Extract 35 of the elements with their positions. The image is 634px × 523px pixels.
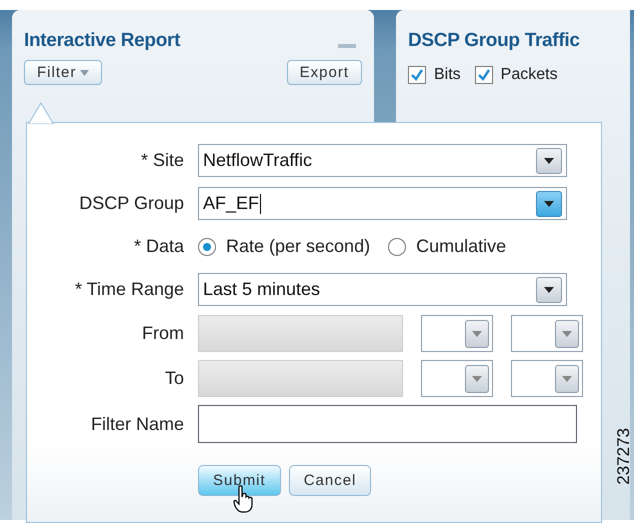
form-button[interactable]: Submit [198, 465, 281, 496]
form-button[interactable]: Cancel [288, 465, 372, 496]
filter-name-field[interactable] [198, 405, 577, 443]
field-label: Filter Name [90, 414, 185, 434]
field-value: NetflowTraffic [203, 150, 312, 171]
field-label: * Time Range [74, 279, 185, 300]
hour-dropdown[interactable] [421, 315, 493, 352]
field-label: DSCP Group [78, 193, 185, 214]
field-label: * Data [132, 236, 185, 257]
filter-button[interactable]: Filter [24, 60, 102, 85]
export-button[interactable]: Export [286, 60, 362, 85]
radio-label: Rate (per second) [226, 236, 370, 257]
checkbox[interactable] [408, 66, 426, 84]
minute-dropdown[interactable] [511, 360, 583, 397]
field-label: * Site [140, 150, 185, 171]
dropdown-field[interactable]: Last 5 minutes [198, 273, 567, 306]
minute-dropdown[interactable] [511, 315, 583, 352]
checkbox-label: Packets [500, 66, 558, 84]
radio-button[interactable] [198, 238, 216, 256]
dropdown-field[interactable]: AF_EF [198, 187, 567, 220]
field-label: From [141, 323, 185, 344]
radio-button[interactable] [388, 238, 406, 256]
hand-cursor-icon [233, 485, 255, 513]
figure-number: 237273 [614, 428, 634, 485]
field-value: AF_EF [203, 193, 262, 214]
panel-title: Interactive Report [24, 30, 180, 52]
checkbox[interactable] [474, 66, 493, 84]
dropdown-field[interactable]: NetflowTraffic [198, 144, 567, 177]
panel-title: DSCP Group Traffic [408, 30, 580, 52]
field-value: Last 5 minutes [203, 279, 320, 300]
radio-label: Cumulative [416, 236, 506, 257]
checkbox-label: Bits [434, 66, 461, 84]
hour-dropdown[interactable] [421, 360, 493, 397]
caret-icon [80, 70, 90, 76]
field-label: To [164, 368, 185, 389]
